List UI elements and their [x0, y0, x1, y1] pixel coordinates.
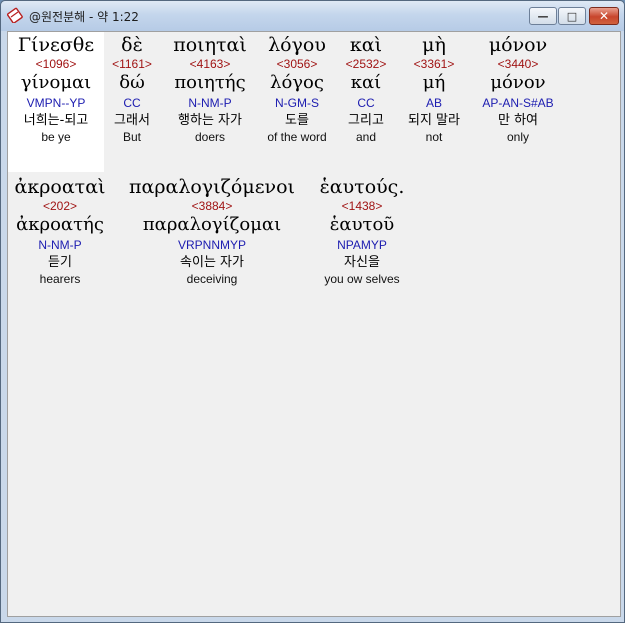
greek-word: μόνον [488, 34, 548, 56]
maximize-icon: □ [566, 9, 578, 23]
morph-code: N-GM-S [275, 96, 319, 110]
strong-number: <202> [42, 199, 78, 213]
korean-gloss: 그리고 [348, 113, 384, 128]
greek-word: καὶ [349, 34, 383, 56]
korean-gloss: 듣기 [48, 255, 72, 270]
strong-number: <3056> [276, 57, 318, 71]
title-bar[interactable]: @원전분해 - 약 1:22 — □ ✕ [1, 1, 624, 31]
english-gloss: But [122, 130, 141, 144]
close-icon: ✕ [598, 9, 610, 23]
strong-number: <2532> [345, 57, 387, 71]
morph-code: AB [425, 96, 442, 110]
greek-word: παραλογιζόμενοι [129, 176, 295, 198]
word-block[interactable]: καὶ <2532> καί CC 그리고 and [334, 34, 398, 145]
morph-code: CC [357, 96, 375, 110]
korean-gloss: 그래서 [114, 113, 150, 128]
english-gloss: doers [194, 130, 226, 144]
english-gloss: and [355, 130, 377, 144]
strong-number: <3884> [191, 199, 233, 213]
morph-code: NPAMYP [337, 238, 387, 252]
window-title: @원전분해 - 약 1:22 [29, 10, 139, 24]
korean-gloss: 자신을 [344, 255, 380, 270]
strong-number: <3361> [413, 57, 455, 71]
english-gloss: hearers [39, 272, 81, 286]
greek-word: ποιηταὶ [173, 34, 247, 56]
book-icon [7, 7, 23, 23]
korean-gloss: 속이는 자가 [180, 255, 244, 270]
greek-word: μὴ [422, 34, 446, 56]
lemma: λόγος [270, 72, 324, 93]
interlinear-view[interactable]: Γίνεσθε <1096> γίνομαι VMPN--YP 너희는-되고 b… [7, 31, 621, 617]
lemma: ἑαυτοῦ [329, 214, 395, 235]
morph-code: N-NM-P [188, 96, 232, 110]
greek-word: Γίνεσθε [17, 34, 95, 56]
lemma: παραλογίζομαι [142, 214, 282, 235]
strong-number: <1438> [341, 199, 383, 213]
english-gloss: deceiving [186, 272, 238, 286]
korean-gloss: 도를 [285, 113, 309, 128]
strong-number: <4163> [189, 57, 231, 71]
english-gloss: only [506, 130, 529, 144]
lemma: μή [422, 72, 446, 93]
morph-code: AP-AN-S#AB [482, 96, 554, 110]
korean-gloss: 행하는 자가 [178, 113, 242, 128]
morph-code: CC [123, 96, 141, 110]
korean-gloss: 되지 말라 [408, 113, 460, 128]
word-block[interactable]: μὴ <3361> μή AB 되지 말라 not [398, 34, 470, 145]
greek-word: ἀκροαταὶ [14, 176, 106, 198]
minimize-icon: — [537, 9, 549, 23]
lemma: ἀκροατής [16, 214, 104, 235]
morph-code: N-NM-P [38, 238, 82, 252]
strong-number: <3440> [497, 57, 539, 71]
greek-word: δὲ [121, 34, 143, 56]
lemma: δώ [119, 72, 145, 93]
minimize-button[interactable]: — [529, 7, 557, 25]
word-block[interactable]: παραλογιζόμενοι <3884> παραλογίζομαι VRP… [120, 176, 304, 287]
word-block[interactable]: δὲ <1161> δώ CC 그래서 But [104, 34, 160, 145]
korean-gloss: 너희는-되고 [23, 113, 89, 128]
app-window: @원전분해 - 약 1:22 — □ ✕ Γίνεσθε <1096> γίνο… [0, 0, 625, 623]
strong-number: <1096> [35, 57, 77, 71]
english-gloss: of the word [267, 130, 327, 144]
lemma: καί [350, 72, 382, 93]
lemma: γίνομαι [20, 72, 92, 93]
word-block[interactable]: Γίνεσθε <1096> γίνομαι VMPN--YP 너희는-되고 b… [8, 34, 104, 145]
word-block[interactable]: μόνον <3440> μόνον AP-AN-S#AB 만 하여 only [470, 34, 566, 145]
english-gloss: not [425, 130, 443, 144]
lemma: μόνον [490, 72, 546, 93]
word-block[interactable]: λόγου <3056> λόγος N-GM-S 도를 of the word [260, 34, 334, 145]
morph-code: VMPN--YP [26, 96, 86, 110]
english-gloss: you ow selves [324, 272, 400, 286]
greek-word: ἑαυτούς. [319, 176, 405, 198]
word-block[interactable]: ἀκροαταὶ <202> ἀκροατής N-NM-P 듣기 hearer… [8, 176, 112, 287]
word-block[interactable]: ποιηταὶ <4163> ποιητής N-NM-P 행하는 자가 doe… [160, 34, 260, 145]
morph-code: VRPNNMYP [177, 238, 246, 252]
maximize-button[interactable]: □ [558, 7, 586, 25]
word-block[interactable]: ἑαυτούς. <1438> ἑαυτοῦ NPAMYP 자신을 you ow… [310, 176, 414, 287]
close-button[interactable]: ✕ [589, 7, 619, 25]
korean-gloss: 만 하여 [497, 113, 538, 128]
strong-number: <1161> [112, 57, 152, 71]
greek-word: λόγου [268, 34, 326, 56]
english-gloss: be ye [41, 130, 71, 144]
lemma: ποιητής [174, 72, 246, 93]
